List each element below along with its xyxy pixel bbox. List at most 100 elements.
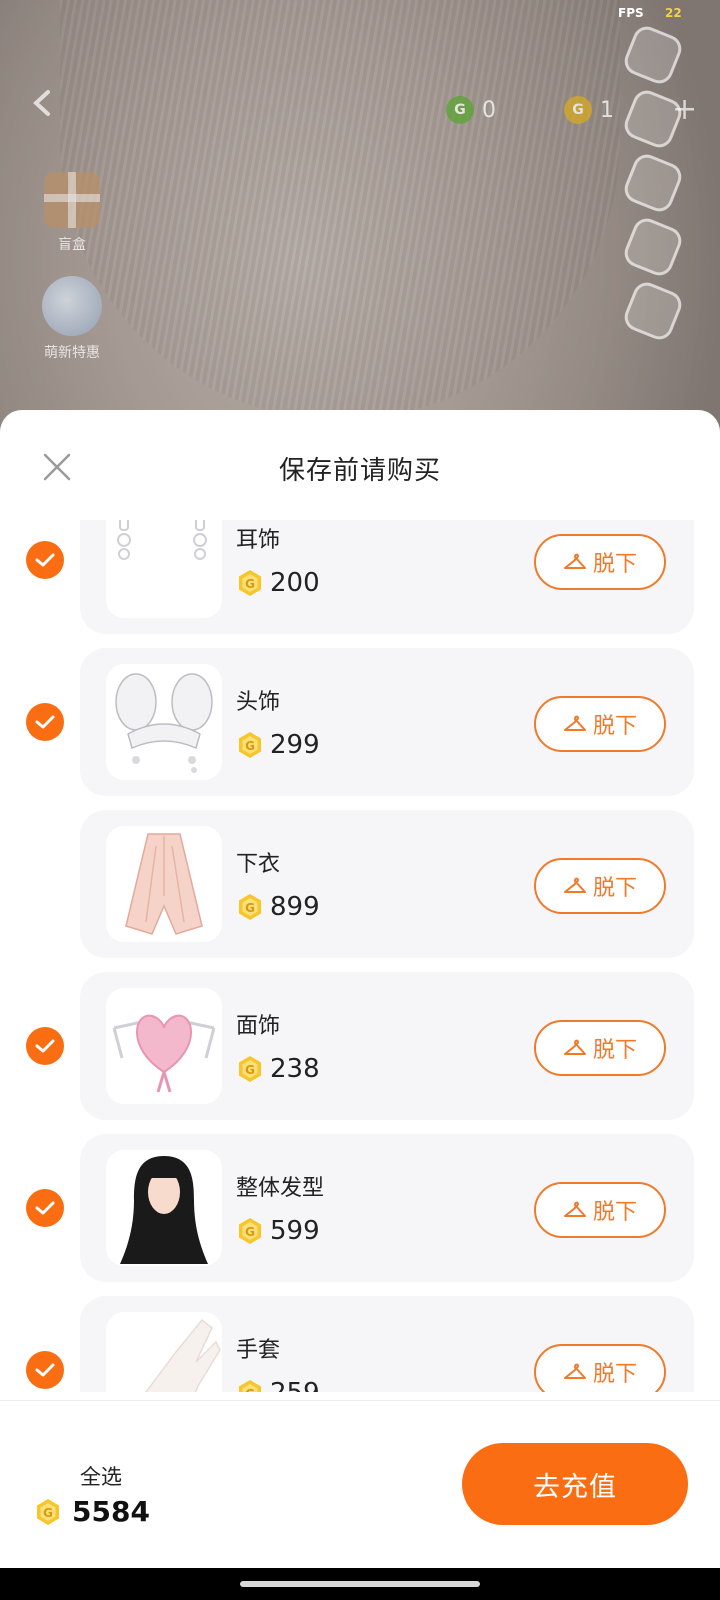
item-card: 头饰 G 299 脱下 [80,648,694,796]
sheet-title: 保存前请购买 [278,456,441,486]
coin-icon: G [37,1498,59,1525]
select-all-toggle[interactable]: 全选 [80,1461,122,1491]
item-name: 面饰 [236,1014,281,1039]
take-off-button[interactable]: 脱下 [534,534,666,590]
total-price-value: 5584 [72,1495,150,1528]
hanger-icon [563,553,586,569]
hanger-icon [563,715,586,731]
item-thumbnail [106,1312,222,1392]
coin-icon: G [239,1218,261,1244]
gift-box-icon [44,172,100,228]
select-checkbox[interactable] [26,1351,64,1389]
item-card: 面饰 G 238 脱下 [80,972,694,1120]
hanger-icon [563,1201,586,1217]
take-off-button[interactable]: 脱下 [534,1020,666,1076]
home-indicator[interactable] [240,1581,480,1587]
select-checkbox[interactable] [26,1027,64,1065]
take-off-button[interactable]: 脱下 [534,1182,666,1238]
green-currency-value: 0 [482,97,496,123]
item-name: 头饰 [236,690,281,715]
item-price: G 259 [236,1378,320,1392]
item-price-value: 599 [270,1216,320,1246]
take-off-label: 脱下 [592,1200,637,1225]
item-thumbnail [106,826,222,942]
avatar-pack-icon [42,276,102,336]
select-checkbox[interactable] [26,703,64,741]
item-list[interactable]: 耳饰 G 200 脱下 头饰 G 299 脱下 下衣 G 899 脱下 面饰 G 238 脱下 整体发型 G 599… [0,520,720,1392]
coin-icon: G [239,570,261,596]
take-off-label: 脱下 [592,1038,637,1063]
svg-text:G: G [245,901,255,915]
gold-currency: G 1 [564,96,614,124]
item-thumbnail [106,664,222,780]
list-item: 头饰 G 299 脱下 [0,640,720,802]
svg-text:G: G [43,1506,53,1520]
hanger-icon [563,877,586,893]
item-price: G 599 [236,1216,320,1246]
item-thumbnail [106,520,222,618]
svg-text:G: G [245,1225,255,1239]
purchase-sheet: 保存前请购买 耳饰 G 200 脱下 头饰 G 299 脱下 下衣 G 899 脱下 面饰 G 238 脱下整… [0,410,720,1570]
sheet-header: 保存前请购买 [0,410,720,520]
coin-icon: G [239,894,261,920]
item-card: 整体发型 G 599 脱下 [80,1134,694,1282]
item-price: G 238 [236,1054,320,1084]
item-price-value: 899 [270,892,320,922]
fps-value: 22 [665,6,682,20]
coin-icon: G [239,1056,261,1082]
coin-icon: G [239,1380,261,1392]
back-arrow-icon[interactable] [28,88,58,118]
fps-label: FPS [618,6,644,20]
item-price: G 200 [236,568,320,598]
item-card: 手套 G 259 脱下 [80,1296,694,1392]
take-off-label: 脱下 [592,552,637,577]
item-price: G 899 [236,892,320,922]
item-price-value: 299 [270,730,320,760]
select-checkbox[interactable] [26,1189,64,1227]
footer-bar: 全选 G 5584 去充值 [0,1400,720,1568]
take-off-button[interactable]: 脱下 [534,696,666,752]
take-off-label: 脱下 [592,876,637,901]
item-card: 耳饰 G 200 脱下 [80,520,694,634]
item-thumbnail [106,1150,222,1266]
green-currency: G 0 [446,96,496,124]
item-price-value: 259 [270,1378,320,1392]
item-name: 整体发型 [236,1176,325,1201]
blind-box-button[interactable]: 盲盒 [36,172,108,254]
item-thumbnail [106,988,222,1104]
system-nav-bar [0,1568,720,1600]
list-item: 整体发型 G 599 脱下 [0,1126,720,1288]
svg-text:G: G [245,1387,255,1392]
newbie-deal-label: 萌新特惠 [44,345,100,361]
select-checkbox[interactable] [26,541,64,579]
newbie-deal-button[interactable]: 萌新特惠 [36,276,108,362]
list-item: 面饰 G 238 脱下 [0,964,720,1126]
svg-text:G: G [245,739,255,753]
item-price-value: 238 [270,1054,320,1084]
side-ornament-chain [620,22,686,350]
hanger-icon [563,1039,586,1055]
take-off-label: 脱下 [592,714,637,739]
total-price: G 5584 [34,1495,150,1528]
item-name: 手套 [236,1338,281,1363]
item-price: G 299 [236,730,320,760]
green-coin-icon: G [446,96,474,124]
hanger-icon [563,1363,586,1379]
gold-currency-value: 1 [600,97,614,123]
recharge-button[interactable]: 去充值 [462,1443,688,1525]
item-card: 下衣 G 899 脱下 [80,810,694,958]
coin-icon: G [239,732,261,758]
list-item: 下衣 G 899 脱下 [0,802,720,964]
list-item: 耳饰 G 200 脱下 [0,520,720,640]
item-name: 下衣 [236,852,281,877]
list-item: 手套 G 259 脱下 [0,1288,720,1392]
take-off-button[interactable]: 脱下 [534,858,666,914]
take-off-button[interactable]: 脱下 [534,1344,666,1392]
blind-box-label: 盲盒 [58,237,86,253]
svg-text:G: G [245,1063,255,1077]
item-price-value: 200 [270,568,320,598]
take-off-label: 脱下 [592,1362,637,1387]
svg-text:G: G [245,577,255,591]
item-name: 耳饰 [236,528,281,553]
gold-coin-icon: G [564,96,592,124]
